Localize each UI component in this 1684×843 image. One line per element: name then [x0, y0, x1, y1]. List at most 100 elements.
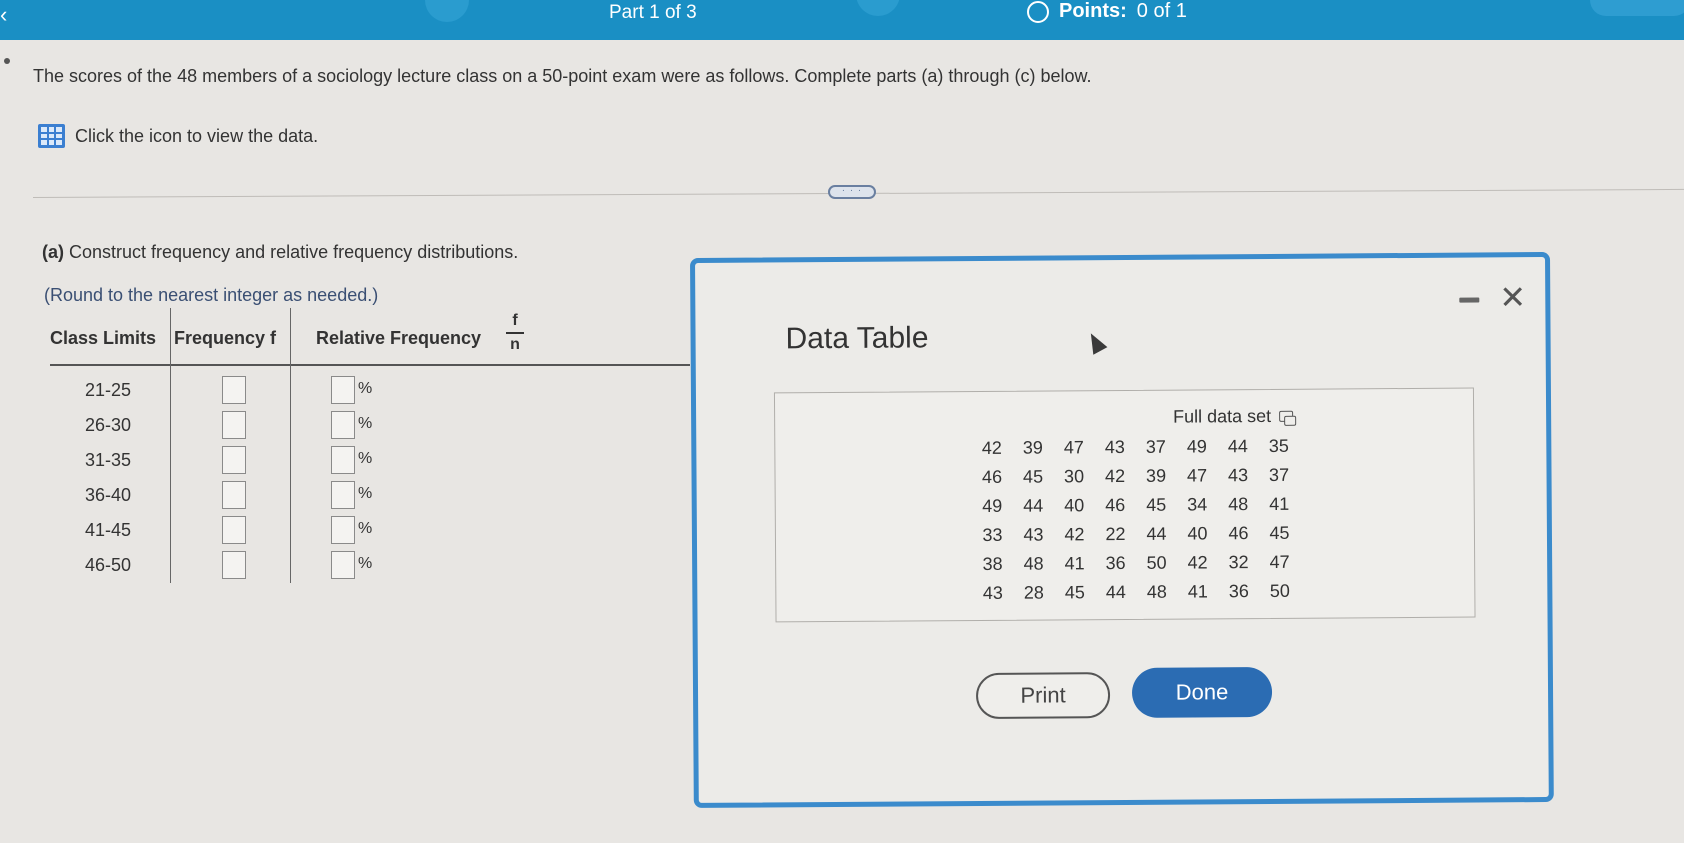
data-value-cell: 42: [1064, 524, 1085, 545]
data-value-cell: 41: [1187, 581, 1208, 602]
table-row: 46-50 %: [50, 549, 690, 581]
data-value-cell: 48: [1023, 553, 1044, 574]
table-row: 26-30 %: [50, 409, 690, 441]
data-value-cell: 33: [982, 524, 1003, 545]
fraction-numerator: f: [512, 312, 518, 329]
part-a-heading: (a) Construct frequency and relative fre…: [42, 242, 518, 263]
part-a-letter: (a): [42, 242, 64, 262]
data-value-cell: 45: [1269, 522, 1290, 543]
data-value-cell: 22: [1105, 523, 1126, 545]
data-value-cell: 45: [1064, 582, 1085, 603]
fraction-denominator: n: [510, 335, 520, 353]
class-limits-cell: 31-35: [85, 450, 132, 470]
data-value-cell: 43: [1104, 436, 1125, 458]
done-button[interactable]: Done: [1131, 666, 1273, 718]
data-value-cell: 41: [1064, 553, 1085, 574]
frequency-input[interactable]: [222, 551, 246, 579]
data-value-cell: 49: [982, 495, 1003, 516]
frequency-input[interactable]: [222, 516, 246, 544]
class-limits-cell: 46-50: [85, 555, 132, 575]
data-value-cell: 43: [982, 582, 1003, 603]
frequency-input[interactable]: [222, 481, 246, 509]
data-table-icon[interactable]: [38, 124, 65, 148]
part-a-text: Construct frequency and relative frequen…: [64, 242, 519, 262]
table-row: 41-45 %: [50, 514, 690, 546]
relative-frequency-input[interactable]: [331, 376, 355, 404]
class-limits-cell: 36-40: [85, 485, 132, 505]
relative-frequency-input[interactable]: [331, 411, 355, 439]
relative-frequency-input[interactable]: [331, 516, 355, 544]
data-value-cell: 34: [1187, 494, 1208, 515]
data-value-cell: 39: [1022, 437, 1043, 458]
percent-sign: %: [358, 380, 373, 397]
table-row: 31-35 %: [50, 444, 690, 476]
class-limits-cell: 41-45: [85, 520, 132, 540]
print-button[interactable]: Print: [975, 672, 1111, 720]
mouse-cursor-icon: [1083, 329, 1108, 355]
class-limits-cell: 21-25: [85, 380, 132, 400]
data-value-cell: 42: [981, 437, 1002, 458]
data-value-cell: 37: [1268, 464, 1290, 485]
data-value-cell: 50: [1146, 552, 1167, 573]
header-class-limits: Class Limits: [50, 328, 157, 348]
data-value-cell: 45: [1146, 494, 1167, 515]
data-value-cell: 28: [1023, 582, 1044, 603]
data-value-cell: 47: [1186, 465, 1208, 486]
relative-frequency-input[interactable]: [331, 551, 355, 579]
frequency-input[interactable]: [222, 411, 246, 439]
copy-icon[interactable]: [1279, 410, 1294, 422]
table-row: 36-40 %: [50, 479, 690, 511]
rounding-note: (Round to the nearest integer as needed.…: [44, 285, 379, 305]
data-value-cell: 44: [1227, 436, 1248, 457]
data-value-cell: 36: [1228, 581, 1249, 602]
data-value-cell: 30: [1063, 466, 1085, 487]
data-values-grid: 42 39 47 43 37 49 44 35 46 45 30 42 39 47 43 37 49 44 40 46…: [971, 436, 1300, 604]
frequency-input[interactable]: [222, 376, 246, 404]
nav-tab-middle[interactable]: [856, 0, 900, 16]
relative-frequency-input[interactable]: [331, 481, 355, 509]
dialog-title: Data Table: [785, 321, 929, 356]
data-value-cell: 42: [1187, 552, 1208, 573]
data-value-cell: 46: [1228, 523, 1249, 544]
data-value-cell: 35: [1268, 435, 1289, 456]
nav-tab-left[interactable]: [425, 0, 469, 22]
data-value-cell: 40: [1064, 495, 1085, 516]
back-icon[interactable]: ‹: [0, 2, 7, 28]
data-value-cell: 48: [1146, 581, 1167, 602]
question-prompt: The scores of the 48 members of a sociol…: [33, 66, 1092, 86]
data-value-cell: 44: [1023, 495, 1044, 516]
data-value-cell: 48: [1228, 494, 1249, 515]
percent-sign: %: [358, 485, 373, 502]
percent-sign: %: [358, 520, 373, 537]
full-data-set-text: Full data set: [1172, 405, 1272, 427]
minimize-icon[interactable]: [1459, 297, 1480, 303]
percent-sign: %: [358, 555, 373, 572]
points-value: 0 of 1: [1136, 0, 1187, 22]
relative-frequency-input[interactable]: [331, 446, 355, 474]
data-value-cell: 39: [1145, 465, 1167, 486]
data-value-cell: 43: [1227, 465, 1249, 486]
data-value-cell: 47: [1063, 437, 1084, 458]
close-icon[interactable]: ✕: [1499, 279, 1526, 315]
points-indicator: Points: 0 of 1: [1027, 0, 1187, 23]
nav-tab-right[interactable]: [1590, 0, 1684, 16]
data-value-cell: 32: [1228, 552, 1249, 573]
top-bar: ‹ Part 1 of 3 Points: 0 of 1: [0, 0, 1684, 40]
full-data-set-label: Full data set: [1172, 405, 1294, 428]
view-data-link[interactable]: Click the icon to view the data.: [38, 124, 318, 148]
frequency-input[interactable]: [222, 446, 246, 474]
header-divider: [50, 364, 690, 366]
data-value-cell: 38: [982, 553, 1003, 574]
data-value-cell: 44: [1146, 523, 1167, 544]
data-value-cell: 45: [1022, 466, 1044, 487]
data-table-dialog: Data Table ✕ Full data set 42 39 47 43 37 49 4…: [690, 251, 1554, 808]
data-set-panel: Full data set 42 39 47 43 37 49 44 35 46 45 30 42 39…: [773, 387, 1476, 623]
header-frequency: Frequency f: [174, 328, 277, 348]
data-value-cell: 47: [1269, 551, 1290, 572]
fraction-f-over-n: f n: [506, 312, 524, 354]
data-value-cell: 37: [1145, 436, 1166, 457]
part-indicator: Part 1 of 3: [609, 2, 697, 23]
expand-handle[interactable]: · · ·: [828, 185, 876, 199]
data-value-cell: 43: [1023, 524, 1044, 545]
data-value-cell: 46: [981, 466, 1003, 487]
